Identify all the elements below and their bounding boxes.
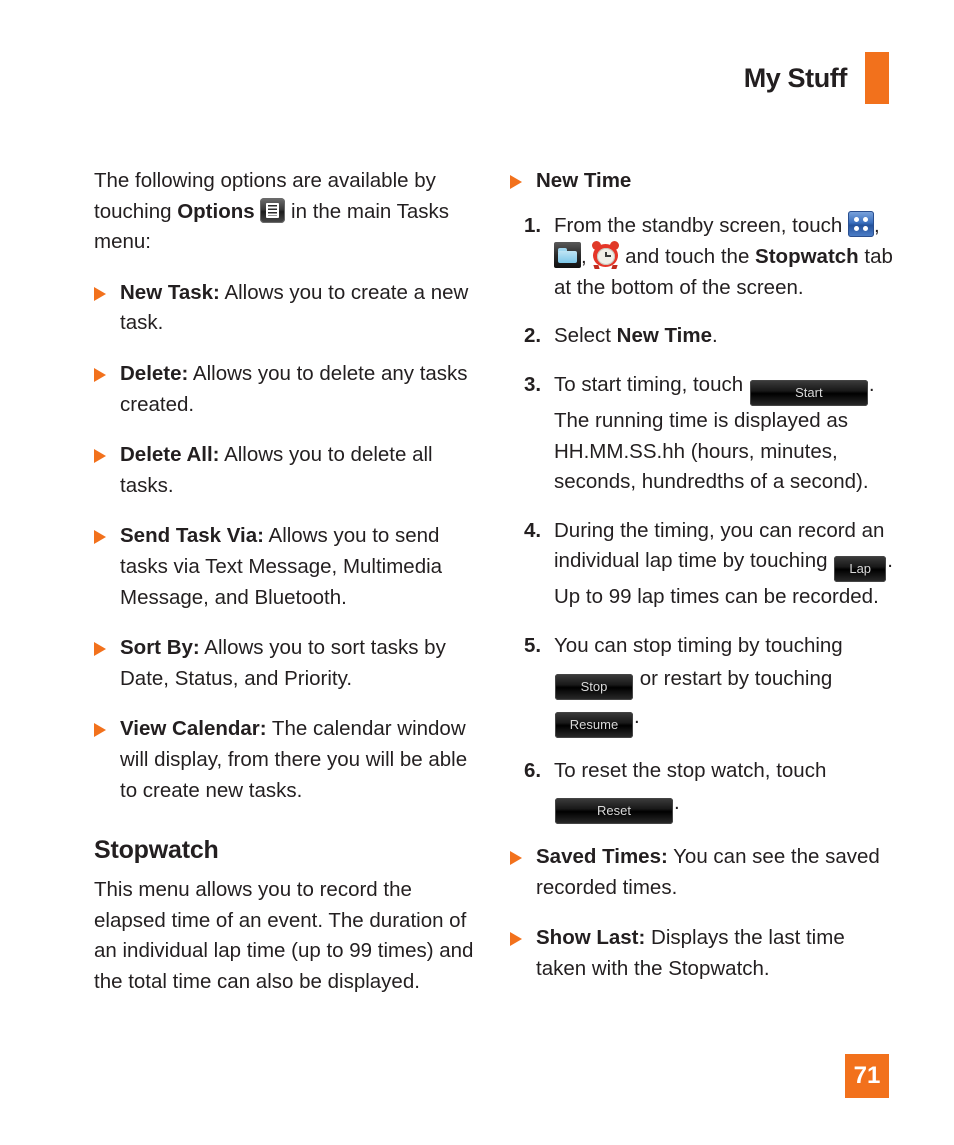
right-column: New Time 1. From the standby screen, touc… [510,166,894,1005]
triangle-bullet-icon [94,449,106,464]
list-item: Saved Times: You can see the saved recor… [510,842,894,903]
reset-button[interactable]: Reset [555,798,673,825]
list-item-term: Saved Times: [536,845,668,869]
step-text-2: . [712,324,718,348]
numbered-step: 3. To start timing, touch Start. The runn… [510,370,894,498]
numbered-step: 5. You can stop timing by touching Stop o… [510,631,894,738]
new-time-label: New Time [536,169,632,192]
step-text-2: or restart by touching [634,666,833,690]
step-number: 2. [524,324,542,348]
list-item: Delete All: Allows you to delete all tas… [94,440,478,501]
numbered-step: 6. To reset the stop watch, touch Reset. [510,756,894,825]
list-item-term: New Task: [120,280,220,304]
page-number-badge: 71 [845,1054,889,1098]
step-text-1: You can stop timing by touching [554,633,843,657]
stop-button[interactable]: Stop [555,673,633,700]
triangle-bullet-icon [510,851,522,866]
header-accent-bar [865,52,889,104]
list-item-term: Send Task Via: [120,524,264,548]
page-header: My Stuff [744,52,889,104]
resume-button[interactable]: Resume [555,711,633,738]
triangle-bullet-icon [510,932,522,947]
section-body-stopwatch: This menu allows you to record the elaps… [94,878,474,993]
triangle-bullet-icon [94,642,106,657]
left-column: The following options are available by t… [94,166,478,1005]
step-number: 6. [524,758,542,782]
heading-new-time: New Time [510,166,894,197]
list-item: Delete: Allows you to delete any tasks c… [94,359,478,420]
numbered-step: 4. During the timing, you can record an i… [510,516,894,613]
step-bold-stopwatch: Stopwatch [755,245,859,269]
numbered-step: 1. From the standby screen, touch , , and… [510,210,894,304]
numbered-step: 2. Select New Time. [510,321,894,352]
start-button[interactable]: Start [749,379,868,406]
section-heading-stopwatch: Stopwatch [94,836,219,865]
list-item: View Calendar: The calendar window will … [94,714,478,806]
triangle-bullet-icon [510,175,522,189]
triangle-bullet-icon [94,530,106,545]
list-item-term: Delete: [120,361,189,385]
step-text-2: . [674,791,680,815]
list-item: Sort By: Allows you to sort tasks by Dat… [94,633,478,694]
step-number: 5. [524,633,542,657]
list-item-term: Sort By: [120,636,200,660]
lap-button[interactable]: Lap [834,556,887,583]
alarm-clock-icon[interactable] [592,241,620,270]
step-number: 4. [524,518,542,542]
step-text-1: To start timing, touch [554,372,749,396]
step-text-1: From the standby screen, touch [554,213,848,237]
step-text-2: and touch the [619,245,756,269]
step-bold-new-time: New Time [616,324,712,348]
step-number: 1. [524,213,542,237]
options-menu-icon [260,197,286,223]
list-item-term: Delete All: [120,443,220,467]
intro-paragraph: The following options are available by t… [94,166,478,258]
step-number: 3. [524,372,542,396]
page-title: My Stuff [743,62,848,93]
list-item: Send Task Via: Allows you to send tasks … [94,521,478,613]
intro-bold-options: Options [177,199,255,223]
step-text-1: Select [554,324,617,348]
folder-icon[interactable] [554,242,581,269]
step-sep-1: , [873,213,880,237]
list-item-term: View Calendar: [120,717,267,741]
content-columns: The following options are available by t… [94,166,894,1005]
list-item: Show Last: Displays the last time taken … [510,923,894,984]
step-sep-2: , [581,245,593,269]
triangle-bullet-icon [94,367,106,382]
triangle-bullet-icon [94,723,106,738]
step-text-1: To reset the stop watch, touch [554,758,827,782]
list-item: New Task: Allows you to create a new tas… [94,278,478,339]
list-item-term: Show Last: [536,926,646,950]
grid-menu-icon[interactable] [847,210,874,237]
triangle-bullet-icon [94,286,106,301]
step-text-3: . [634,704,640,728]
